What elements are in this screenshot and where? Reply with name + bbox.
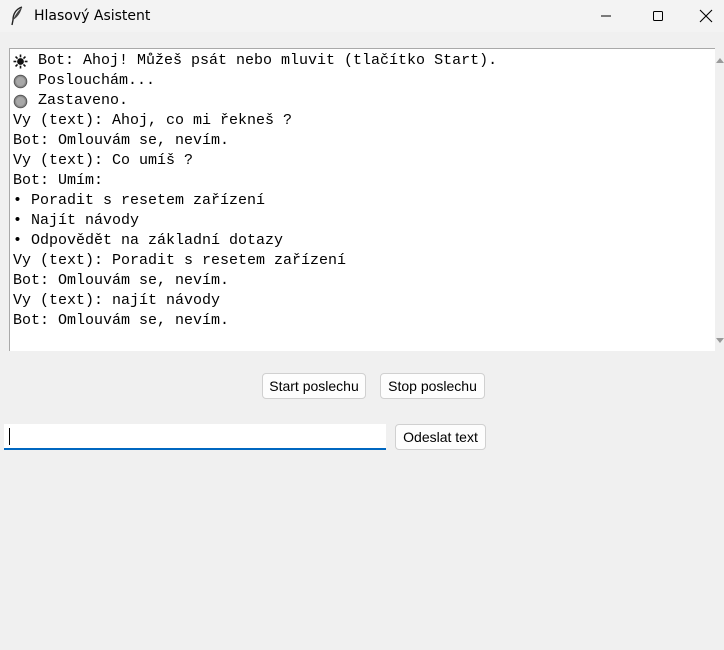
close-button[interactable]: [688, 0, 724, 32]
log-line-text: Bot: Omlouvám se, nevím.: [13, 272, 230, 289]
log-line: • Poradit s resetem zařízení: [13, 191, 497, 211]
log-line-text: • Poradit s resetem zařízení: [13, 192, 266, 209]
log-line-text: • Odpovědět na základní dotazy: [13, 232, 284, 249]
message-input[interactable]: [4, 424, 394, 448]
chat-log-lines: Bot: Ahoj! Můžeš psát nebo mluvit (tlačí…: [13, 51, 497, 331]
log-line-text: Bot: Ahoj! Můžeš psát nebo mluvit (tlačí…: [38, 52, 498, 69]
log-line: Vy (text): najít návody: [13, 291, 497, 311]
chat-log-scrollbar[interactable]: [715, 48, 724, 351]
log-line-text: Bot: Omlouvám se, nevím.: [13, 312, 230, 329]
log-line: Bot: Omlouvám se, nevím.: [13, 311, 497, 331]
app-window: Hlasový Asistent Bot: Ahoj! Můžeš psát n…: [0, 0, 724, 650]
gray-circle-icon: [13, 94, 28, 109]
log-line: Vy (text): Ahoj, co mi řekneš ?: [13, 111, 497, 131]
log-line: Vy (text): Co umíš ?: [13, 151, 497, 171]
scroll-up-icon[interactable]: [716, 58, 724, 63]
log-line-text: Vy (text): Ahoj, co mi řekneš ?: [13, 112, 293, 129]
log-line-text: Poslouchám...: [38, 72, 156, 89]
log-line-text: Bot: Umím:: [13, 172, 104, 189]
log-line: Bot: Ahoj! Můžeš psát nebo mluvit (tlačí…: [13, 51, 497, 71]
feather-icon: [9, 6, 25, 26]
log-line: Bot: Omlouvám se, nevím.: [13, 271, 497, 291]
log-line: Vy (text): Poradit s resetem zařízení: [13, 251, 497, 271]
minimize-icon: [601, 15, 611, 17]
log-line: • Odpovědět na základní dotazy: [13, 231, 497, 251]
start-listening-button[interactable]: Start poslechu: [262, 373, 366, 399]
log-line-text: Vy (text): Co umíš ?: [13, 152, 194, 169]
log-line-text: Zastaveno.: [38, 92, 129, 109]
text-caret: [9, 428, 10, 445]
log-line: Zastaveno.: [13, 91, 497, 111]
chat-log[interactable]: Bot: Ahoj! Můžeš psát nebo mluvit (tlačí…: [9, 48, 715, 351]
maximize-icon: [653, 11, 663, 21]
log-line-text: Bot: Omlouvám se, nevím.: [13, 132, 230, 149]
log-line-text: • Najít návody: [13, 212, 140, 229]
maximize-button[interactable]: [635, 0, 681, 32]
log-line: • Najít návody: [13, 211, 497, 231]
gray-circle-icon: [13, 74, 28, 89]
title-bar[interactable]: Hlasový Asistent: [0, 0, 724, 32]
minimize-button[interactable]: [583, 0, 629, 32]
log-line: Bot: Omlouvám se, nevím.: [13, 131, 497, 151]
log-line: Bot: Umím:: [13, 171, 497, 191]
window-title: Hlasový Asistent: [34, 8, 151, 24]
sun-icon: [13, 54, 28, 69]
scroll-down-icon[interactable]: [716, 338, 724, 343]
send-text-button[interactable]: Odeslat text: [395, 424, 486, 450]
text-input-wrapper[interactable]: [4, 424, 394, 450]
log-line: Poslouchám...: [13, 71, 497, 91]
log-line-text: Vy (text): Poradit s resetem zařízení: [13, 252, 347, 269]
stop-listening-button[interactable]: Stop poslechu: [380, 373, 485, 399]
log-line-text: Vy (text): najít návody: [13, 292, 221, 309]
close-icon: [699, 9, 713, 23]
